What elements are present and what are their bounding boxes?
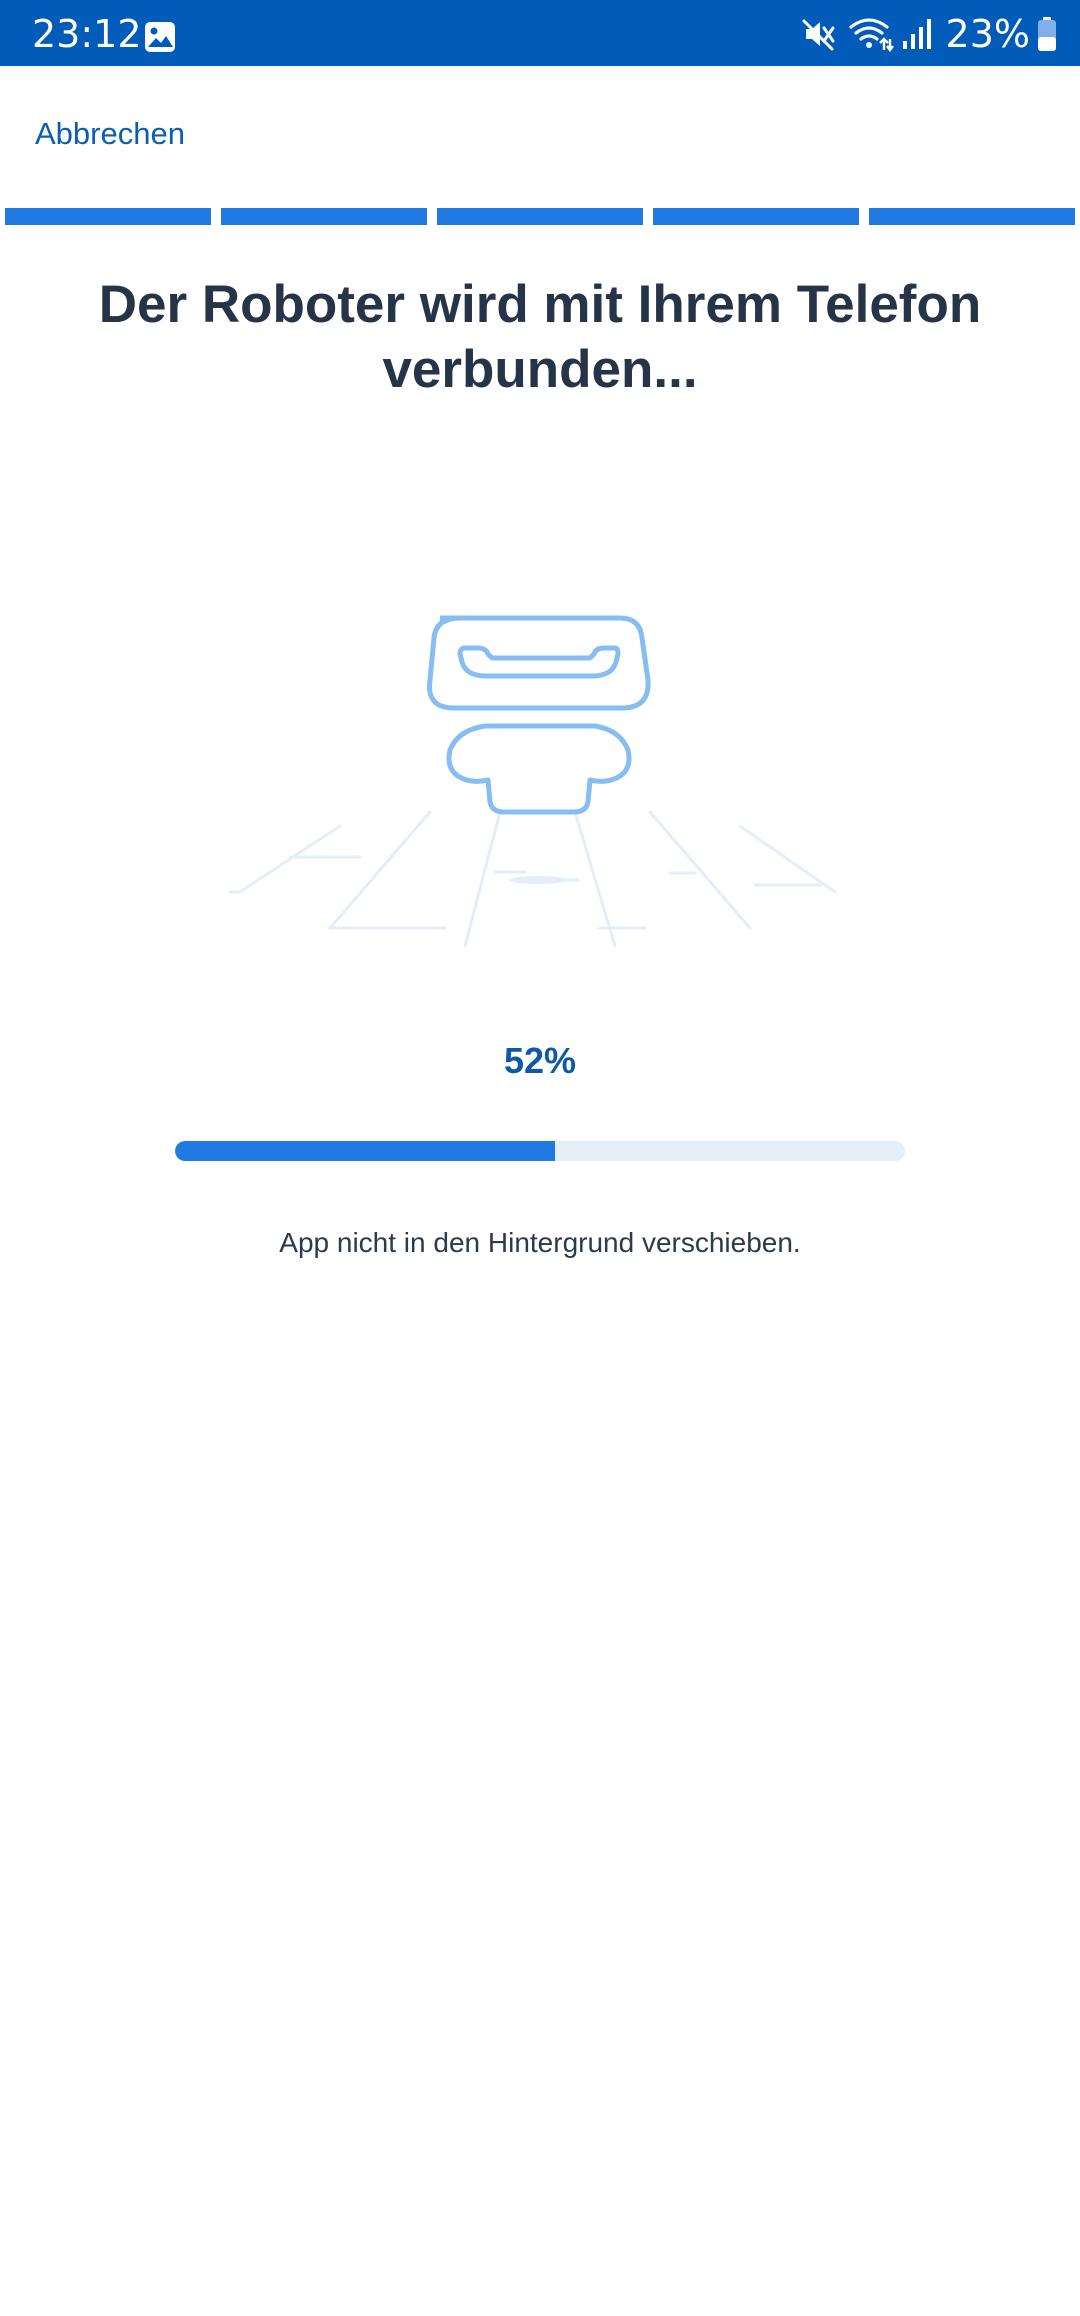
status-icons: 23% — [800, 12, 1058, 56]
progress-bar-fill — [175, 1141, 555, 1161]
page-title: Der Roboter wird mit Ihrem Telefon verbu… — [98, 275, 982, 399]
mute-icon — [802, 19, 835, 51]
step-segment — [653, 208, 859, 225]
step-segment — [869, 208, 1075, 225]
signal-icon — [902, 19, 931, 49]
step-segment — [221, 208, 427, 225]
status-bar: 23:12 23% — [0, 0, 1080, 66]
robot-connecting-icon — [228, 615, 837, 948]
hint-text: App nicht in den Hintergrund verschieben… — [279, 1227, 801, 1258]
gallery-icon — [145, 22, 175, 52]
battery-percent: 23% — [945, 12, 1030, 56]
status-time: 23:12 — [32, 12, 142, 56]
step-segment — [5, 208, 211, 225]
progress-bar — [175, 1141, 905, 1161]
cancel-button[interactable]: Abbrechen — [35, 116, 185, 152]
progress-percent: 52% — [503, 1040, 577, 1081]
step-indicator — [5, 208, 1075, 225]
wifi-icon — [848, 18, 894, 52]
battery-icon — [1038, 17, 1056, 51]
step-segment — [437, 208, 643, 225]
